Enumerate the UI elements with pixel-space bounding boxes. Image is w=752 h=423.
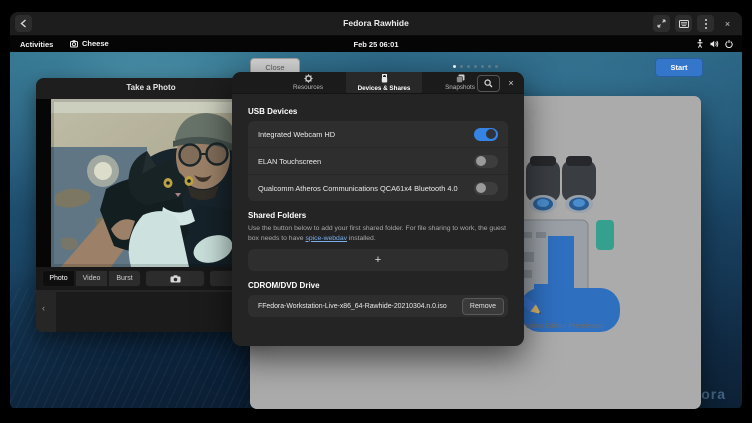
dialog-close-button[interactable]: × bbox=[503, 75, 519, 90]
tab-snapshots-label: Snapshots bbox=[445, 84, 475, 91]
boxes-titlebar: Fedora Rawhide × bbox=[10, 12, 742, 36]
menu-button[interactable] bbox=[697, 15, 714, 32]
cdrom-section-title: CDROM/DVD Drive bbox=[248, 281, 508, 290]
usb-section-title: USB Devices bbox=[248, 107, 508, 116]
window-close-button[interactable]: × bbox=[719, 15, 736, 32]
system-tray[interactable] bbox=[696, 39, 733, 48]
tab-devices-shares-label: Devices & Shares bbox=[358, 85, 411, 92]
cdrom-row: FFedora-Workstation-Live-x86_64-Rawhide-… bbox=[248, 295, 508, 317]
usb-devices-card: Integrated Webcam HD ELAN Touchscreen Qu… bbox=[248, 121, 508, 201]
keyboard-button[interactable] bbox=[675, 15, 692, 32]
gallery-prev-button[interactable]: ‹ bbox=[42, 303, 45, 313]
page-dot[interactable] bbox=[488, 65, 491, 68]
page-dot[interactable] bbox=[453, 65, 456, 68]
page-dot[interactable] bbox=[474, 65, 477, 68]
camera-icon bbox=[170, 275, 181, 283]
tab-devices-shares[interactable]: Devices & Shares bbox=[346, 72, 422, 93]
usb-device-row: Integrated Webcam HD bbox=[248, 121, 508, 148]
mode-burst-button[interactable]: Burst bbox=[108, 270, 141, 287]
shared-folders-description: Use the button below to add your first s… bbox=[248, 224, 508, 243]
window-title: Fedora Rawhide bbox=[10, 18, 742, 28]
vm-start-button[interactable]: Start bbox=[655, 58, 703, 77]
vm-desktop: fedora Close Start bbox=[10, 52, 742, 410]
usb-device-row: ELAN Touchscreen bbox=[248, 148, 508, 175]
page-dots[interactable] bbox=[453, 65, 498, 68]
usb-device-toggle[interactable] bbox=[474, 182, 498, 195]
remove-iso-button[interactable]: Remove bbox=[462, 298, 504, 315]
snapshots-icon bbox=[456, 74, 465, 83]
screen: Fedora Rawhide × Activities Cheese Feb 2… bbox=[0, 0, 752, 423]
usb-device-name: ELAN Touchscreen bbox=[258, 157, 321, 166]
dialog-content: USB Devices Integrated Webcam HD ELAN To… bbox=[248, 93, 508, 346]
magnifier-icon bbox=[484, 79, 493, 88]
page-dot[interactable] bbox=[481, 65, 484, 68]
power-icon bbox=[725, 40, 733, 48]
usb-device-toggle[interactable] bbox=[474, 128, 498, 141]
dialog-search-button[interactable] bbox=[477, 75, 500, 92]
clock[interactable]: Feb 25 06:01 bbox=[10, 40, 742, 49]
description-text: installed. bbox=[347, 235, 376, 242]
dialog-tabbar: Resources Devices & Shares Snapshots × bbox=[232, 72, 524, 94]
kebab-menu-icon bbox=[705, 19, 707, 29]
page-dot[interactable] bbox=[495, 65, 498, 68]
take-photo-button[interactable] bbox=[145, 270, 205, 287]
description-text: Use the button below to add your first s… bbox=[248, 225, 506, 242]
gear-icon bbox=[304, 74, 313, 83]
iso-file-name: FFedora-Workstation-Live-x86_64-Rawhide-… bbox=[258, 303, 447, 310]
page-dot[interactable] bbox=[467, 65, 470, 68]
page-dot[interactable] bbox=[460, 65, 463, 68]
usb-device-toggle[interactable] bbox=[474, 155, 498, 168]
volume-icon bbox=[710, 40, 719, 48]
tab-resources[interactable]: Resources bbox=[270, 72, 346, 93]
usb-device-name: Qualcomm Atheros Communications QCA61x4 … bbox=[258, 184, 458, 193]
gnome-topbar: Activities Cheese Feb 25 06:01 bbox=[10, 36, 742, 53]
add-shared-folder-button[interactable]: + bbox=[248, 249, 508, 271]
fullscreen-arrows-icon bbox=[657, 19, 666, 28]
cheese-mode-switcher: Photo Video Burst bbox=[42, 270, 141, 287]
mode-video-button[interactable]: Video bbox=[75, 270, 108, 287]
accessibility-icon bbox=[696, 39, 704, 48]
usb-device-row: Qualcomm Atheros Communications QCA61x4 … bbox=[248, 175, 508, 201]
vm-properties-dialog: Resources Devices & Shares Snapshots × bbox=[232, 72, 524, 346]
fullscreen-button[interactable] bbox=[653, 15, 670, 32]
prerelease-caption: tation Edition Prerelease). bbox=[526, 323, 607, 330]
keyboard-icon bbox=[679, 20, 689, 28]
shared-folders-section-title: Shared Folders bbox=[248, 211, 508, 220]
spice-webdav-link[interactable]: spice-webdav bbox=[305, 235, 347, 242]
tab-resources-label: Resources bbox=[293, 84, 323, 91]
usb-device-name: Integrated Webcam HD bbox=[258, 130, 335, 139]
mode-photo-button[interactable]: Photo bbox=[42, 270, 75, 287]
boxes-window: Fedora Rawhide × Activities Cheese Feb 2… bbox=[10, 12, 742, 410]
usb-icon bbox=[381, 74, 388, 84]
